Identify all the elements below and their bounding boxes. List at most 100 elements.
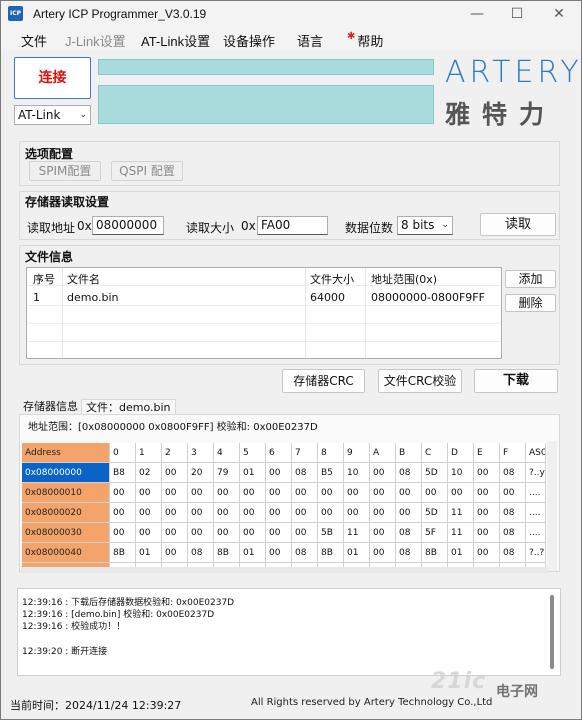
hex-ascii-cell[interactable]: .... [526,503,546,523]
hex-byte-cell[interactable]: 00 [370,483,396,503]
hex-address-cell[interactable]: 0x08000020 [22,503,110,523]
hex-byte-cell[interactable]: 00 [188,503,214,523]
hex-byte-cell[interactable]: 11 [448,503,474,523]
hex-byte-cell[interactable]: 10 [344,463,370,483]
hex-byte-cell[interactable]: 00 [110,483,136,503]
hex-byte-cell[interactable]: 00 [110,523,136,543]
hex-byte-cell[interactable]: 00 [266,463,292,483]
hex-byte-cell[interactable]: 00 [188,523,214,543]
hex-byte-cell[interactable]: 5B [318,523,344,543]
hex-byte-cell[interactable]: 00 [474,483,500,503]
hex-address-cell[interactable]: 0x08000000 [22,463,110,483]
hex-byte-cell[interactable]: 00 [292,503,318,523]
hex-byte-cell[interactable]: 00 [474,503,500,523]
hex-byte-cell[interactable]: 00 [474,463,500,483]
log-scrollbar[interactable] [550,595,554,669]
hex-byte-cell[interactable]: 08 [292,463,318,483]
hex-byte-cell[interactable]: 5F [422,523,448,543]
hex-row[interactable]: 0x08000030 00 00 00 00 00 00 00 00 5B 11 00 08 5F 11 00… [22,523,549,543]
qspi-config-button[interactable]: QSPI 配置 [111,161,183,181]
vertical-scrollbar[interactable] [547,441,557,571]
hex-byte-cell[interactable]: 01 [344,543,370,563]
hex-byte-cell[interactable]: 00 [162,503,188,523]
hex-byte-cell[interactable]: 00 [110,503,136,523]
hex-byte-cell[interactable]: 5D [422,463,448,483]
hex-byte-cell[interactable]: 00 [448,483,474,503]
hex-byte-cell[interactable]: 02 [136,463,162,483]
hex-ascii-cell[interactable]: .... [526,483,546,503]
hex-byte-cell[interactable]: 01 [240,543,266,563]
hex-byte-cell[interactable]: 00 [266,543,292,563]
data-bits-select[interactable]: 8 bits ⌄ [397,216,453,235]
read-size-input[interactable]: FA00 [257,216,328,235]
hex-byte-cell[interactable]: 01 [448,543,474,563]
hex-byte-cell[interactable]: 00 [266,503,292,523]
hex-byte-cell[interactable]: 8B [110,543,136,563]
hex-byte-cell[interactable]: 08 [500,503,526,523]
hex-byte-cell[interactable]: 11 [448,523,474,543]
hex-ascii-cell[interactable]: .... [526,523,546,543]
hex-byte-cell[interactable]: 00 [188,483,214,503]
hex-byte-cell[interactable]: 08 [500,543,526,563]
hex-byte-cell[interactable]: 8B [214,543,240,563]
hex-byte-cell[interactable]: 20 [188,463,214,483]
hex-byte-cell[interactable]: 8B [318,543,344,563]
spim-config-button[interactable]: SPIM配置 [29,161,101,181]
hex-byte-cell[interactable]: 00 [422,483,448,503]
hex-byte-cell[interactable]: 00 [370,503,396,523]
hex-byte-cell[interactable]: 00 [266,483,292,503]
hex-byte-cell[interactable]: 00 [136,523,162,543]
hex-byte-cell[interactable]: 00 [240,523,266,543]
hex-byte-cell[interactable]: 00 [240,503,266,523]
hex-byte-cell[interactable]: 00 [344,483,370,503]
hex-byte-cell[interactable]: 00 [474,523,500,543]
close-icon[interactable]: ✕ [539,1,579,27]
hex-byte-cell[interactable]: 00 [370,523,396,543]
tab-file-demo[interactable]: 文件：demo.bin [81,399,176,415]
hex-byte-cell[interactable]: 8B [422,543,448,563]
hex-byte-cell[interactable]: 00 [292,483,318,503]
hex-byte-cell[interactable]: B8 [110,463,136,483]
hex-byte-cell[interactable]: 00 [162,463,188,483]
hex-byte-cell[interactable]: 00 [318,483,344,503]
hex-address-cell[interactable]: 0x08000030 [22,523,110,543]
connect-button[interactable]: 连接 [14,57,91,99]
hex-address-cell[interactable]: 0x08000010 [22,483,110,503]
device-type-select[interactable]: AT-Link ⌄ [14,105,91,125]
tab-memory-info[interactable]: 存储器信息 [19,399,82,415]
hex-byte-cell[interactable]: B5 [318,463,344,483]
hex-byte-cell[interactable]: 00 [500,483,526,503]
hex-byte-cell[interactable]: 00 [162,543,188,563]
memory-crc-button[interactable]: 存储器CRC [282,369,365,393]
hex-byte-cell[interactable]: 00 [266,523,292,543]
hex-byte-cell[interactable]: 00 [370,463,396,483]
hex-byte-cell[interactable]: 08 [500,463,526,483]
horizontal-scrollbar[interactable] [21,567,548,573]
hex-byte-cell[interactable]: 00 [396,483,422,503]
read-address-input[interactable]: 08000000 [92,216,164,235]
menu-file[interactable]: 文件 [21,31,47,50]
hex-byte-cell[interactable]: 00 [292,523,318,543]
hex-byte-cell[interactable]: 79 [214,463,240,483]
hex-grid[interactable]: Address0123456789ABCDEFASCII0x08000000B8… [22,443,549,569]
hex-byte-cell[interactable]: 08 [396,523,422,543]
hex-byte-cell[interactable]: 00 [136,503,162,523]
hex-byte-cell[interactable]: 00 [214,483,240,503]
table-row[interactable]: 1 demo.bin 64000 08000000-0800F9FF [27,288,501,306]
hex-byte-cell[interactable]: 08 [396,543,422,563]
hex-row[interactable]: 0x08000000 B8 02 00 20 79 01 00 08 B5 10 00 08 5D 10 00… [22,463,549,483]
menu-device-operation[interactable]: 设备操作 [223,31,275,50]
hex-byte-cell[interactable]: 00 [396,503,422,523]
hex-byte-cell[interactable]: 08 [292,543,318,563]
hex-byte-cell[interactable]: 00 [214,523,240,543]
hex-byte-cell[interactable]: 00 [344,503,370,523]
maximize-icon[interactable]: ☐ [497,1,537,27]
hex-byte-cell[interactable]: 00 [162,523,188,543]
read-button[interactable]: 读取 [480,213,556,236]
hex-ascii-cell[interactable]: ?..y [526,463,546,483]
hex-byte-cell[interactable]: 08 [500,523,526,543]
hex-byte-cell[interactable]: 11 [344,523,370,543]
menu-atlink[interactable]: AT-Link设置 [141,31,210,50]
file-crc-button[interactable]: 文件CRC校验 [378,369,462,393]
hex-byte-cell[interactable]: 01 [240,463,266,483]
